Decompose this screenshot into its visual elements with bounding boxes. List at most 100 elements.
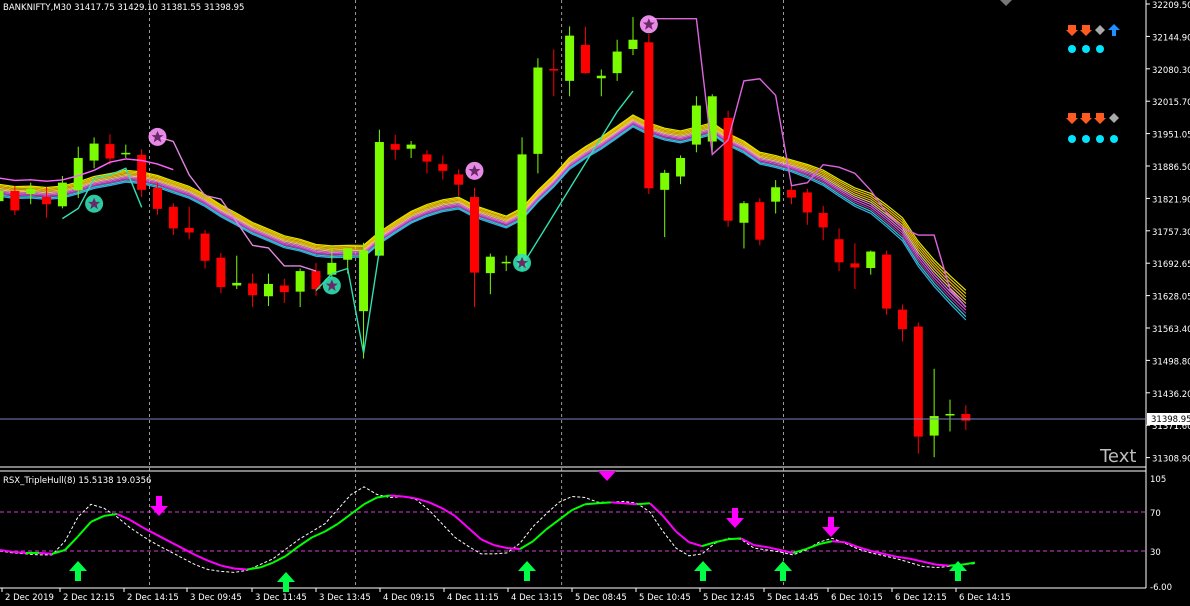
time-tick-label: 4 Dec 13:15 xyxy=(511,593,563,603)
time-tick-label: 3 Dec 11:45 xyxy=(255,593,307,603)
candle-body xyxy=(787,189,796,198)
candle-body xyxy=(57,182,67,207)
candle-body xyxy=(359,250,369,312)
candle-body xyxy=(200,233,210,261)
current-price-label: 31398.95 xyxy=(1151,415,1190,425)
candle-body xyxy=(26,188,36,194)
price-tick-label: 31757.30 xyxy=(1152,228,1190,238)
dot-icon xyxy=(1082,135,1090,143)
candle-body xyxy=(533,67,543,154)
candle-body xyxy=(42,197,52,205)
time-tick-label: 6 Dec 14:15 xyxy=(959,593,1011,603)
time-tick-label: 4 Dec 09:15 xyxy=(383,593,435,603)
candle-body xyxy=(802,192,812,213)
candle-body xyxy=(897,309,907,330)
candle-body xyxy=(343,248,353,260)
candle-body xyxy=(644,42,654,189)
candle-body xyxy=(882,254,892,309)
candle-body xyxy=(945,413,955,416)
candle-body xyxy=(961,413,971,421)
rsx-line-segment xyxy=(389,494,404,498)
candle-body xyxy=(168,206,178,229)
candle-body xyxy=(470,197,479,273)
price-tick-label: 32080.30 xyxy=(1152,66,1190,76)
indicator-tick-label: -6.00 xyxy=(1150,583,1172,593)
price-tick-label: 31951.05 xyxy=(1152,131,1190,141)
candle-body xyxy=(121,152,131,155)
candle-body xyxy=(263,283,273,297)
price-tick-label: 31436.20 xyxy=(1152,390,1190,400)
rsx-line-segment xyxy=(38,551,53,555)
dot-icon xyxy=(1068,45,1076,53)
candle-body xyxy=(485,256,495,274)
symbol-info: BANKNIFTY,M30 31417.75 31429.10 31381.55… xyxy=(3,3,244,13)
rsx-line-segment xyxy=(935,563,950,567)
candle-body xyxy=(771,187,781,202)
candle-body xyxy=(10,190,20,211)
candle-body xyxy=(834,239,844,263)
candle-body xyxy=(628,39,638,49)
candle-body xyxy=(723,117,733,221)
dot-icon xyxy=(1096,45,1104,53)
time-tick-label: 5 Dec 14:45 xyxy=(767,593,819,603)
candle-body xyxy=(105,144,115,159)
candle-body xyxy=(549,69,559,71)
candle-body xyxy=(850,263,860,268)
time-tick-label: 6 Dec 10:15 xyxy=(831,593,883,603)
candle-body xyxy=(153,187,162,209)
candle-body xyxy=(612,51,622,74)
candle-body xyxy=(596,75,606,79)
price-tick-label: 31628.05 xyxy=(1152,293,1190,303)
price-tick-label: 31692.65 xyxy=(1152,260,1190,270)
candle-body xyxy=(0,190,4,202)
indicator-tick-label: 30 xyxy=(1150,548,1161,558)
time-tick-label: 3 Dec 09:45 xyxy=(190,593,242,603)
candle-body xyxy=(216,257,226,288)
candle-body xyxy=(691,105,701,145)
price-tick-label: 31563.40 xyxy=(1152,325,1190,335)
candle-body xyxy=(565,35,575,81)
price-tick-label: 32209.50 xyxy=(1152,1,1190,11)
candle-body xyxy=(739,203,749,223)
price-axis: 32209.50 32144.90 32080.30 32015.70 31951.05… xyxy=(1146,1,1190,465)
trading-chart: 32209.50 32144.90 32080.30 32015.70 31951.05… xyxy=(0,0,1190,606)
candle-body xyxy=(818,212,828,228)
price-tick-label: 32144.90 xyxy=(1152,33,1190,43)
time-tick-label: 2 Dec 2019 xyxy=(5,593,54,603)
rsx-line-segment xyxy=(584,502,599,506)
candle-body xyxy=(438,164,448,171)
dot-icon xyxy=(1110,135,1118,143)
time-tick-label: 2 Dec 12:15 xyxy=(63,593,115,603)
time-tick-label: 4 Dec 11:15 xyxy=(447,593,499,603)
candle-body xyxy=(184,227,194,233)
candle-body xyxy=(517,154,527,267)
candle-body xyxy=(755,202,765,240)
time-tick-label: 5 Dec 12:45 xyxy=(703,593,755,603)
rsx-line-segment xyxy=(12,550,27,554)
candle-body xyxy=(422,154,432,162)
time-tick-label: 3 Dec 13:45 xyxy=(319,593,371,603)
candle-body xyxy=(676,157,686,177)
candle-body xyxy=(866,251,876,268)
price-tick-label: 31498.80 xyxy=(1152,357,1190,367)
time-tick-label: 2 Dec 14:15 xyxy=(127,593,179,603)
price-tick-label: 32015.70 xyxy=(1152,98,1190,108)
candle-body xyxy=(390,144,400,150)
dot-icon xyxy=(1068,135,1076,143)
candle-body xyxy=(374,142,384,256)
price-tick-label: 31821.90 xyxy=(1152,195,1190,205)
price-tick-label: 31886.50 xyxy=(1152,163,1190,173)
indicator-tick-label: 70 xyxy=(1150,509,1161,519)
candle-body xyxy=(501,261,511,264)
time-tick-label: 5 Dec 08:45 xyxy=(575,593,627,603)
indicator-tick-label: 105 xyxy=(1150,475,1166,485)
candle-body xyxy=(913,326,923,437)
indicator-title: RSX_TripleHull(8) 15.5138 19.0356 xyxy=(3,476,151,486)
candle-body xyxy=(89,143,99,161)
candle-body xyxy=(454,174,464,185)
rsx-line-segment xyxy=(597,501,612,505)
candle-body xyxy=(406,144,416,149)
price-tick-label: 31308.90 xyxy=(1152,455,1190,465)
rsx-line-segment xyxy=(506,547,521,551)
dot-icon xyxy=(1082,45,1090,53)
